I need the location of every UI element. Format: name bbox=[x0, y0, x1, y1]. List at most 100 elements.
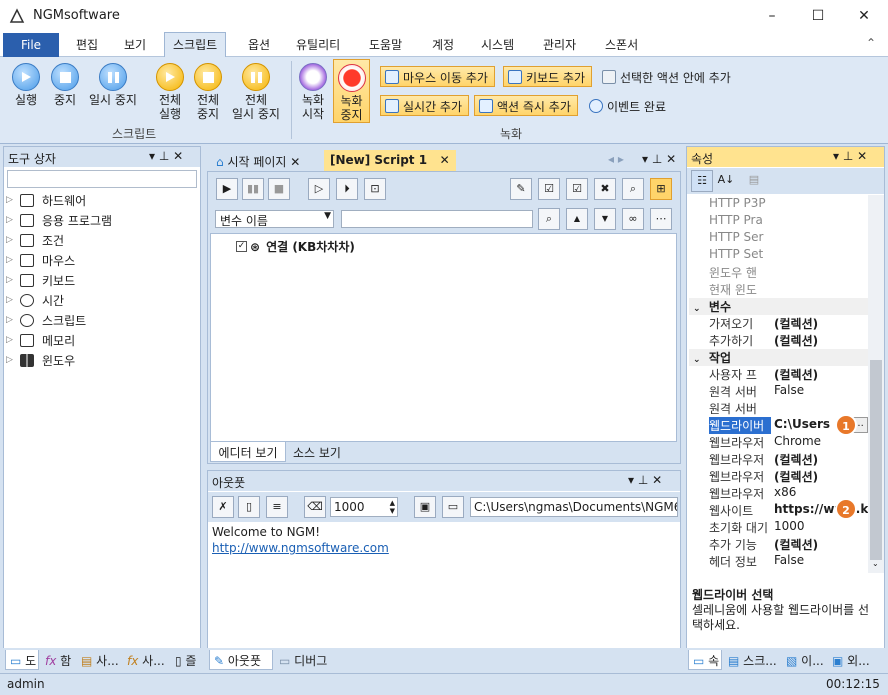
step-icon[interactable]: ▷ bbox=[308, 178, 330, 200]
doc-pin-icon[interactable]: ▾ ⊥ ✕ bbox=[642, 152, 676, 166]
delete-icon[interactable]: ✖ bbox=[594, 178, 616, 200]
add-mouse-move-button[interactable]: 마우스 이동 추가 bbox=[380, 66, 495, 87]
pause-button[interactable]: 일시 중지 bbox=[86, 63, 140, 107]
tab-images[interactable]: ▧ 이... bbox=[782, 650, 826, 670]
pause-all-button[interactable]: 전체 일시 중지 bbox=[229, 63, 283, 121]
tab-system[interactable]: 시스템 bbox=[481, 36, 514, 53]
prop-row[interactable]: 헤더 정보 False bbox=[709, 553, 868, 570]
add-in-action-button[interactable]: 선택한 액션 안에 추가 bbox=[598, 66, 735, 87]
log-path-input[interactable]: C:\Users\ngmas\Documents\NGM6\ bbox=[470, 497, 678, 517]
tab-nav-icon[interactable]: ◂ ▸ bbox=[608, 152, 624, 166]
record-start-button[interactable]: 녹화 시작 bbox=[298, 63, 328, 121]
save-icon[interactable]: ▣ bbox=[414, 496, 436, 518]
search-icon[interactable]: ⌕ bbox=[622, 178, 644, 200]
script-node[interactable]: ✓ ⊛ 연결 (KB차차차) bbox=[236, 238, 355, 255]
category-tasks[interactable]: ⌄ 작업 bbox=[689, 349, 868, 366]
checkbox-icon[interactable]: ✓ bbox=[236, 241, 247, 252]
sort-az-icon[interactable]: A↓ bbox=[715, 170, 737, 192]
scrollbar-thumb[interactable] bbox=[870, 360, 882, 560]
line-count-input[interactable]: 1000 ▲ ▼ bbox=[330, 497, 398, 517]
add-realtime-button[interactable]: 실시간 추가 bbox=[380, 95, 470, 116]
down-icon[interactable]: ▼ bbox=[594, 208, 616, 230]
category-variables[interactable]: ⌄ 변수 bbox=[689, 298, 868, 315]
prop-row[interactable]: 초기화 대기 1000 bbox=[709, 519, 868, 536]
pause-icon[interactable]: ▮▮ bbox=[242, 178, 264, 200]
file-icon[interactable]: ▯ bbox=[238, 496, 260, 518]
run-icon[interactable]: ▶ bbox=[216, 178, 238, 200]
prop-row[interactable]: 추가하기 (컬렉션) bbox=[709, 332, 868, 349]
up-icon[interactable]: ▲ bbox=[566, 208, 588, 230]
prop-row[interactable]: 원격 서버 False bbox=[709, 383, 868, 400]
tree-item-mouse[interactable]: ▷ 마우스 bbox=[6, 250, 201, 270]
tab-script-1[interactable]: [New] Script 1 ✕ bbox=[324, 150, 456, 171]
variable-select[interactable]: 변수 이름 ▼ bbox=[215, 210, 334, 228]
step-out-icon[interactable]: ⊡ bbox=[364, 178, 386, 200]
edit-icon[interactable]: ✎ bbox=[510, 178, 532, 200]
prop-row[interactable]: 윈도우 핸 bbox=[709, 264, 868, 281]
more-icon[interactable]: ⋯ bbox=[650, 208, 672, 230]
search-icon[interactable]: ⌕ bbox=[538, 208, 560, 230]
tree-item-script[interactable]: ▷ 스크립트 bbox=[6, 310, 201, 330]
prop-row[interactable]: 웹브라우저 Chrome bbox=[709, 434, 868, 451]
check-icon[interactable]: ☑ bbox=[566, 178, 588, 200]
prop-row[interactable]: 현재 윈도 bbox=[709, 281, 868, 298]
tab-account[interactable]: 계정 bbox=[432, 36, 454, 53]
variable-search-input[interactable] bbox=[341, 210, 533, 228]
tab-user-functions[interactable]: fx 사... bbox=[123, 650, 169, 670]
tab-options[interactable]: 옵션 bbox=[248, 36, 270, 53]
list-icon[interactable]: ≡ bbox=[266, 496, 288, 518]
property-scrollbar[interactable]: ⌄ bbox=[868, 195, 884, 573]
categorized-icon[interactable]: ☷ bbox=[691, 170, 713, 192]
tab-script-list[interactable]: ▤ 스크... bbox=[724, 650, 780, 670]
prop-row[interactable]: 사용자 프 (컬렉션) bbox=[709, 366, 868, 383]
tree-item-hardware[interactable]: ▷ 하드웨어 bbox=[6, 190, 201, 210]
prop-row[interactable]: HTTP Pra bbox=[709, 213, 868, 230]
run-button[interactable]: 실행 bbox=[10, 63, 42, 107]
prop-row[interactable]: HTTP Ser bbox=[709, 230, 868, 247]
tab-start-page[interactable]: ⌂ 시작 페이지 ✕ bbox=[210, 150, 307, 171]
ribbon-collapse-icon[interactable]: ⌃ bbox=[866, 36, 876, 50]
event-done-button[interactable]: 이벤트 완료 bbox=[585, 95, 670, 116]
property-pages-icon[interactable]: ▤ bbox=[743, 170, 765, 192]
tab-utility[interactable]: 유틸리티 bbox=[296, 36, 340, 53]
scroll-down-icon[interactable]: ⌄ bbox=[872, 559, 879, 568]
prop-row[interactable]: HTTP Set bbox=[709, 247, 868, 264]
tree-item-application[interactable]: ▷ 응용 프로그램 bbox=[6, 210, 201, 230]
tree-item-time[interactable]: ▷ 시간 bbox=[6, 290, 201, 310]
add-keyboard-button[interactable]: 키보드 추가 bbox=[503, 66, 593, 87]
tab-external[interactable]: ▣ 외... bbox=[828, 650, 882, 670]
maximize-button[interactable]: ☐ bbox=[795, 0, 841, 32]
file-menu[interactable]: File bbox=[3, 33, 59, 57]
eraser-icon[interactable]: ⌫ bbox=[304, 496, 326, 518]
tab-functions[interactable]: fx 함 bbox=[41, 650, 75, 670]
infinity-icon[interactable]: ∞ bbox=[622, 208, 644, 230]
prop-row[interactable]: 웹브라우저 (컬렉션) bbox=[709, 468, 868, 485]
tab-output[interactable]: ✎ 아웃풋 bbox=[209, 650, 273, 670]
tab-toolbox[interactable]: ▭ 도 bbox=[5, 650, 39, 670]
check-all-icon[interactable]: ☑ bbox=[538, 178, 560, 200]
panel-pin-icon[interactable]: ▾ ⊥ ✕ bbox=[833, 149, 867, 163]
tab-view[interactable]: 보기 bbox=[124, 36, 146, 53]
stop-icon[interactable]: ■ bbox=[268, 178, 290, 200]
tree-item-window[interactable]: ▷ 윈도우 bbox=[6, 350, 201, 370]
tree-item-condition[interactable]: ▷ 조건 bbox=[6, 230, 201, 250]
tab-edit[interactable]: 편집 bbox=[76, 36, 98, 53]
clear-log-icon[interactable]: ✗ bbox=[212, 496, 234, 518]
toolbox-search-input[interactable] bbox=[7, 170, 197, 188]
prop-row[interactable]: 가져오기 (컬렉션) bbox=[709, 315, 868, 332]
tab-user[interactable]: ▤ 사... bbox=[77, 650, 121, 670]
tab-admin[interactable]: 관리자 bbox=[543, 36, 576, 53]
tree-item-memory[interactable]: ▷ 메모리 bbox=[6, 330, 201, 350]
tab-source-view[interactable]: 소스 보기 bbox=[288, 442, 346, 462]
add-action-now-button[interactable]: 액션 즉시 추가 bbox=[474, 95, 578, 116]
tab-sponsor[interactable]: 스폰서 bbox=[605, 36, 638, 53]
website-link[interactable]: http://www.ngmsoftware.com bbox=[212, 540, 389, 556]
prop-row[interactable]: 웹브라우저 (컬렉션) bbox=[709, 451, 868, 468]
record-stop-button[interactable]: 녹화 중지 bbox=[333, 59, 370, 123]
tab-editor-view[interactable]: 에디터 보기 bbox=[210, 442, 286, 462]
panel-pin-icon[interactable]: ▾ ⊥ ✕ bbox=[149, 149, 183, 163]
folder-icon[interactable]: ▭ bbox=[442, 496, 464, 518]
tab-favorites[interactable]: ▯ 즐 bbox=[171, 650, 201, 670]
stop-button[interactable]: 중지 bbox=[50, 63, 80, 107]
panel-pin-icon[interactable]: ▾ ⊥ ✕ bbox=[628, 473, 662, 487]
